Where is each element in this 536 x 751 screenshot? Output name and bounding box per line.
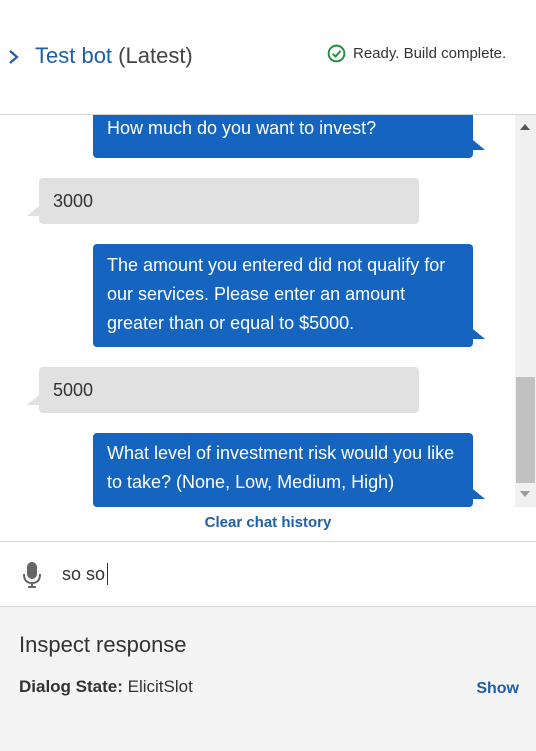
dialog-state: Dialog State: ElicitSlot xyxy=(19,677,193,697)
bot-version: (Latest) xyxy=(118,43,193,68)
inspect-response-panel: Inspect response Dialog State: ElicitSlo… xyxy=(0,607,536,751)
page-title: Test bot (Latest) xyxy=(35,42,193,70)
bot-message: What level of investment risk would you … xyxy=(93,433,485,507)
clear-chat-history-link[interactable]: Clear chat history xyxy=(0,514,536,531)
bot-message: The amount you entered did not qualify f… xyxy=(93,244,485,347)
scroll-down-arrow[interactable] xyxy=(520,491,530,497)
text-caret xyxy=(107,563,108,585)
status-text: Ready. Build complete. xyxy=(353,45,507,62)
chat-input-bar xyxy=(0,541,536,607)
user-message: 5000 xyxy=(27,367,419,413)
scroll-up-arrow[interactable] xyxy=(520,124,530,130)
scrollbar-thumb[interactable] xyxy=(516,377,535,483)
message-text: How much do you want to invest? xyxy=(107,118,377,138)
dialog-state-value: ElicitSlot xyxy=(127,677,193,696)
user-message: 3000 xyxy=(27,178,419,224)
message-text: The amount you entered did not qualify f… xyxy=(107,255,446,333)
bot-message: How much do you want to invest? xyxy=(93,115,485,158)
message-text: What level of investment risk would you … xyxy=(107,443,455,492)
chat-window[interactable]: How much do you want to invest? 3000 The… xyxy=(0,115,536,541)
chat-scrollbar[interactable] xyxy=(515,115,536,507)
show-details-link[interactable]: Show xyxy=(476,680,519,698)
chevron-right-icon[interactable] xyxy=(7,47,21,67)
message-text: 3000 xyxy=(53,191,94,211)
microphone-icon[interactable] xyxy=(22,561,42,589)
test-bot-header: Test bot (Latest) Ready. Build complete. xyxy=(0,0,536,115)
check-circle-icon xyxy=(327,44,346,63)
build-status: Ready. Build complete. xyxy=(327,44,506,63)
inspect-response-title: Inspect response xyxy=(19,632,187,657)
message-text: 5000 xyxy=(53,380,94,400)
bot-name: Test bot xyxy=(35,43,113,68)
chat-message-input[interactable] xyxy=(62,560,502,588)
dialog-state-label: Dialog State: xyxy=(19,677,123,696)
